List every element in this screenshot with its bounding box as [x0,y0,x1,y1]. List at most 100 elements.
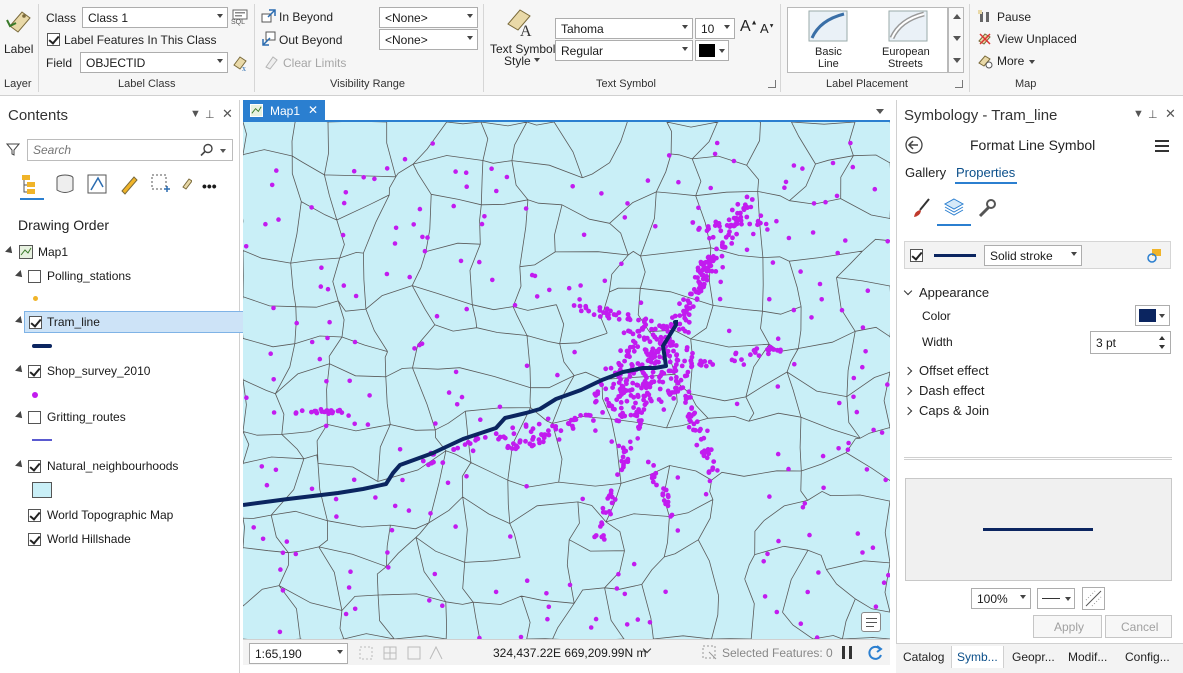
layer-visibility-checkbox[interactable] [28,460,41,473]
layer-row-gritting-routes[interactable]: Gritting_routes [0,408,238,428]
text-symbol-launcher[interactable] [768,80,776,88]
list-by-editing-icon[interactable] [118,173,140,195]
attribution-icon[interactable] [861,612,881,632]
label-features-checkbox[interactable] [47,33,60,46]
list-by-drawing-order-button[interactable] [20,173,44,200]
cancel-button[interactable]: Cancel [1105,615,1172,638]
list-by-snapping-icon[interactable] [150,173,172,195]
search-options-icon[interactable] [220,149,226,153]
close-icon[interactable]: ✕ [308,103,318,117]
pin-icon[interactable]: ⊥ [205,108,215,121]
map-canvas[interactable] [243,122,890,639]
layer-visibility-checkbox[interactable] [28,270,41,283]
splitter[interactable] [904,457,1172,460]
font-style-dropdown[interactable]: Regular [555,40,693,61]
color-picker[interactable] [1135,305,1170,326]
paintbrush-icon[interactable] [911,197,933,219]
list-by-source-icon[interactable] [54,173,76,195]
symbol-layer-options-icon[interactable] [1146,248,1162,264]
european-streets-placement[interactable]: European Streets [872,10,944,72]
tab-properties[interactable]: Properties [956,165,1015,180]
tab-gallery[interactable]: Gallery [905,165,946,180]
gallery-down-icon[interactable] [953,36,961,41]
pane-menu-icon[interactable]: ▼ [1133,108,1144,120]
clear-limits-button[interactable]: Clear Limits [263,54,373,72]
layer-visibility-checkbox[interactable] [28,533,41,546]
gallery-up-icon[interactable] [953,14,961,19]
filter-icon[interactable] [6,142,20,156]
tab-list-icon[interactable] [876,109,884,114]
grow-font-button[interactable]: A▲ [740,18,758,36]
symbol-layer-row[interactable]: Solid stroke [904,241,1171,269]
label-placement-launcher[interactable] [955,80,963,88]
symbol-layer-checkbox[interactable] [910,249,923,262]
font-size-dropdown[interactable]: 10 [695,18,735,39]
in-beyond-dropdown[interactable]: <None> [379,7,478,28]
tab-symbology[interactable]: Symb... [951,646,1004,668]
layer-row-world-hillshade[interactable]: World Hillshade [0,530,238,550]
expression-button[interactable]: x [231,53,251,73]
offset-effect-section-header[interactable]: Offset effect [903,363,989,378]
width-spinner[interactable]: 3 pt [1090,331,1171,354]
layer-row-shop-survey[interactable]: Shop_survey_2010 [0,362,238,382]
close-icon[interactable]: ✕ [1165,106,1176,122]
expand-icon[interactable] [15,270,25,280]
shrink-font-button[interactable]: A▼ [760,21,775,36]
layer-row-world-topographic[interactable]: World Topographic Map [0,506,238,526]
tab-modify[interactable]: Modif... [1068,646,1107,668]
map-view[interactable] [243,120,890,639]
layer-visibility-checkbox[interactable] [29,316,42,329]
hamburger-menu-icon[interactable] [1155,140,1169,152]
preview-zoom-dropdown[interactable]: 100% [971,588,1031,609]
wrench-icon[interactable] [976,197,998,219]
class-dropdown[interactable]: Class 1 [82,7,228,28]
pin-icon[interactable]: ⊥ [1148,108,1158,121]
layers-icon[interactable] [943,196,965,218]
point-symbol-swatch[interactable] [32,392,38,398]
spin-up-icon[interactable] [1159,336,1165,340]
expand-icon[interactable] [5,246,15,256]
font-dropdown[interactable]: Tahoma [555,18,693,39]
field-dropdown[interactable]: OBJECTID [80,52,228,73]
layer-visibility-checkbox[interactable] [28,411,41,424]
tab-catalog[interactable]: Catalog [903,646,944,668]
out-beyond-dropdown[interactable]: <None> [379,29,478,50]
layer-visibility-checkbox[interactable] [28,365,41,378]
pane-menu-icon[interactable]: ▼ [190,108,201,120]
text-color-button[interactable] [695,40,729,61]
layer-row-polling-stations[interactable]: Polling_stations [0,267,238,287]
map-node[interactable]: Map1 [0,243,238,263]
line-symbol-swatch[interactable] [32,439,52,441]
scale-dropdown[interactable]: 1:65,190 [249,643,348,664]
map-tab[interactable]: Map1 ✕ [243,100,325,120]
polygon-symbol-swatch[interactable] [32,482,52,498]
pause-drawing-icon[interactable] [842,646,845,659]
list-by-selection-icon[interactable] [86,173,108,195]
more-button[interactable]: More [977,53,1057,71]
out-beyond-button[interactable]: Out Beyond [261,31,371,49]
sql-button[interactable]: SQL [231,8,249,26]
in-beyond-button[interactable]: In Beyond [261,8,371,26]
appearance-section-header[interactable]: Appearance [903,285,989,300]
back-icon[interactable] [904,135,924,155]
tab-configure[interactable]: Config... [1125,646,1170,668]
spin-down-icon[interactable] [1159,345,1165,349]
close-icon[interactable]: ✕ [222,106,233,122]
gallery-scroll[interactable] [948,7,964,73]
pause-button[interactable]: Pause [977,9,1067,27]
expand-icon[interactable] [15,365,25,375]
point-symbol-swatch[interactable] [33,296,38,301]
label-button[interactable]: Label [2,6,36,60]
text-symbol-style-button[interactable]: A Text Symbol Style [489,6,555,68]
selected-features-text[interactable]: Selected Features: 0 [722,646,833,660]
list-by-labeling-icon[interactable] [182,173,192,195]
more-options-icon[interactable]: ••• [202,178,217,194]
layer-visibility-checkbox[interactable] [28,509,41,522]
contents-search-input[interactable] [27,139,233,161]
refresh-icon[interactable] [866,644,884,662]
apply-button[interactable]: Apply [1033,615,1102,638]
layer-row-tram-line[interactable]: Tram_line [24,311,258,333]
contents-search-field[interactable] [33,143,193,157]
expand-icon[interactable] [15,460,25,470]
caps-join-section-header[interactable]: Caps & Join [903,403,989,418]
